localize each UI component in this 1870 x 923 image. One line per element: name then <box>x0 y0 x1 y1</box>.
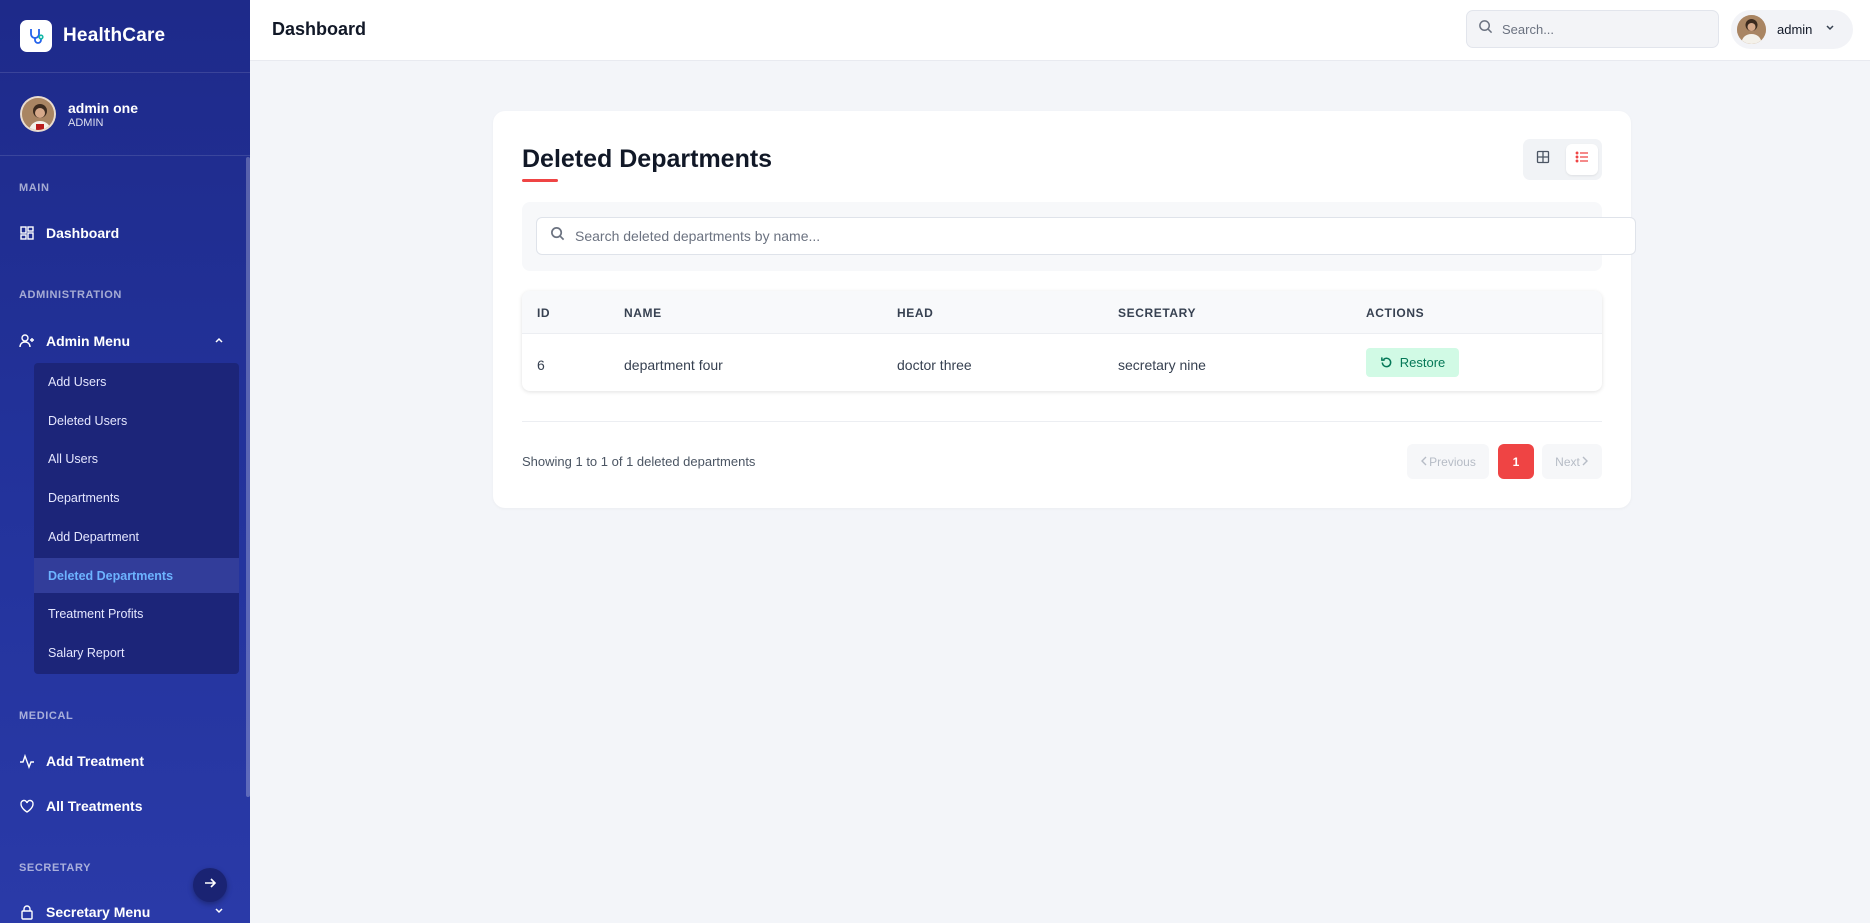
lock-icon <box>19 904 35 920</box>
top-bar: Dashboard admin <box>250 0 1870 61</box>
collapse-sidebar-button[interactable] <box>193 868 227 902</box>
previous-page-button[interactable]: Previous <box>1407 444 1489 479</box>
sidebar-item-label: Admin Menu <box>46 333 130 349</box>
sidebar-item-dashboard[interactable]: Dashboard <box>19 225 119 241</box>
chevron-left-icon <box>1420 455 1429 469</box>
sidebar-item-label: Dashboard <box>46 225 120 241</box>
sidebar-item-label: Secretary Menu <box>46 904 151 920</box>
profile-name: admin one <box>68 99 139 116</box>
user-menu[interactable]: admin <box>1731 10 1853 49</box>
column-header-id: ID <box>537 306 551 320</box>
grid-icon <box>19 225 35 241</box>
cell-id: 6 <box>537 357 545 373</box>
sidebar-item-all-treatments[interactable]: All Treatments <box>19 798 142 814</box>
next-label: Next <box>1555 454 1580 469</box>
section-administration: ADMINISTRATION <box>19 289 122 301</box>
next-page-button[interactable]: Next <box>1542 444 1602 479</box>
sidebar-item-treatment-profits[interactable]: Treatment Profits <box>34 596 239 631</box>
heart-icon <box>19 798 35 814</box>
column-header-head: HEAD <box>897 306 934 320</box>
chevron-down-icon <box>213 904 225 920</box>
sidebar-item-deleted-departments[interactable]: Deleted Departments <box>34 558 239 593</box>
list-view-button[interactable] <box>1566 144 1598 175</box>
app-name: HealthCare <box>63 25 166 46</box>
department-search[interactable] <box>536 217 1636 255</box>
restore-label: Restore <box>1399 355 1446 370</box>
table-header: ID NAME HEAD SECRETARY ACTIONS <box>522 291 1602 334</box>
arrow-right-icon <box>203 876 217 895</box>
sidebar-item-salary-report[interactable]: Salary Report <box>34 635 239 670</box>
sidebar-item-all-users[interactable]: All Users <box>34 441 239 476</box>
column-header-name: NAME <box>624 306 662 320</box>
previous-label: Previous <box>1429 454 1476 469</box>
column-header-secretary: SECRETARY <box>1118 306 1197 320</box>
sidebar-item-secretary-menu[interactable]: Secretary Menu <box>19 904 225 920</box>
section-medical: MEDICAL <box>19 710 74 722</box>
divider <box>522 421 1602 422</box>
department-search-input[interactable] <box>575 228 1475 244</box>
activity-icon <box>19 753 35 769</box>
avatar <box>20 96 56 132</box>
section-main: MAIN <box>19 182 50 194</box>
cell-head: doctor three <box>897 357 972 373</box>
search-icon <box>1478 19 1493 39</box>
deleted-departments-card: Deleted Departments ID NAME HEAD SECRETA… <box>493 111 1636 508</box>
chevron-right-icon <box>1580 455 1589 469</box>
page-title: Deleted Departments <box>522 145 773 173</box>
user-plus-icon <box>19 333 35 349</box>
cell-name: department four <box>624 357 723 373</box>
page-1-button[interactable]: 1 <box>1498 444 1534 479</box>
departments-table: ID NAME HEAD SECRETARY ACTIONS 6 departm… <box>522 291 1602 391</box>
view-toggle <box>1523 139 1602 180</box>
sidebar: HealthCare admin one ADMIN MAIN Dashboar… <box>0 0 250 923</box>
section-secretary: SECRETARY <box>19 862 92 874</box>
sidebar-item-add-users[interactable]: Add Users <box>34 364 239 399</box>
column-header-actions: ACTIONS <box>1366 306 1425 320</box>
sidebar-item-label: Add Treatment <box>46 753 145 769</box>
global-search-input[interactable] <box>1502 21 1702 37</box>
list-icon <box>1575 150 1589 169</box>
sidebar-item-deleted-users[interactable]: Deleted Users <box>34 403 239 438</box>
sidebar-item-label: All Treatments <box>46 798 143 814</box>
chevron-down-icon <box>1824 21 1836 39</box>
restore-icon <box>1380 356 1393 369</box>
sidebar-item-departments[interactable]: Departments <box>34 480 239 515</box>
restore-button[interactable]: Restore <box>1366 348 1459 377</box>
page-header-title: Dashboard <box>272 19 367 39</box>
search-panel <box>522 202 1636 271</box>
title-underline <box>522 179 558 182</box>
search-icon <box>550 226 565 246</box>
grid-icon <box>1536 150 1550 169</box>
admin-submenu: Add Users Deleted Users All Users Depart… <box>34 363 239 674</box>
sidebar-item-admin-menu[interactable]: Admin Menu <box>19 333 225 349</box>
sidebar-item-add-treatment[interactable]: Add Treatment <box>19 753 144 769</box>
sidebar-item-add-department[interactable]: Add Department <box>34 519 239 554</box>
cell-secretary: secretary nine <box>1118 357 1206 373</box>
user-name: admin <box>1777 22 1813 37</box>
grid-view-button[interactable] <box>1527 144 1559 175</box>
brand[interactable]: HealthCare <box>0 0 250 73</box>
chevron-up-icon <box>213 333 225 349</box>
global-search[interactable] <box>1466 10 1719 48</box>
user-profile[interactable]: admin one ADMIN <box>0 73 250 156</box>
results-summary: Showing 1 to 1 of 1 deleted departments <box>522 454 756 469</box>
stethoscope-logo-icon <box>20 20 52 52</box>
avatar <box>1737 15 1766 44</box>
profile-role: ADMIN <box>68 116 104 129</box>
sidebar-scrollbar[interactable] <box>246 157 250 797</box>
